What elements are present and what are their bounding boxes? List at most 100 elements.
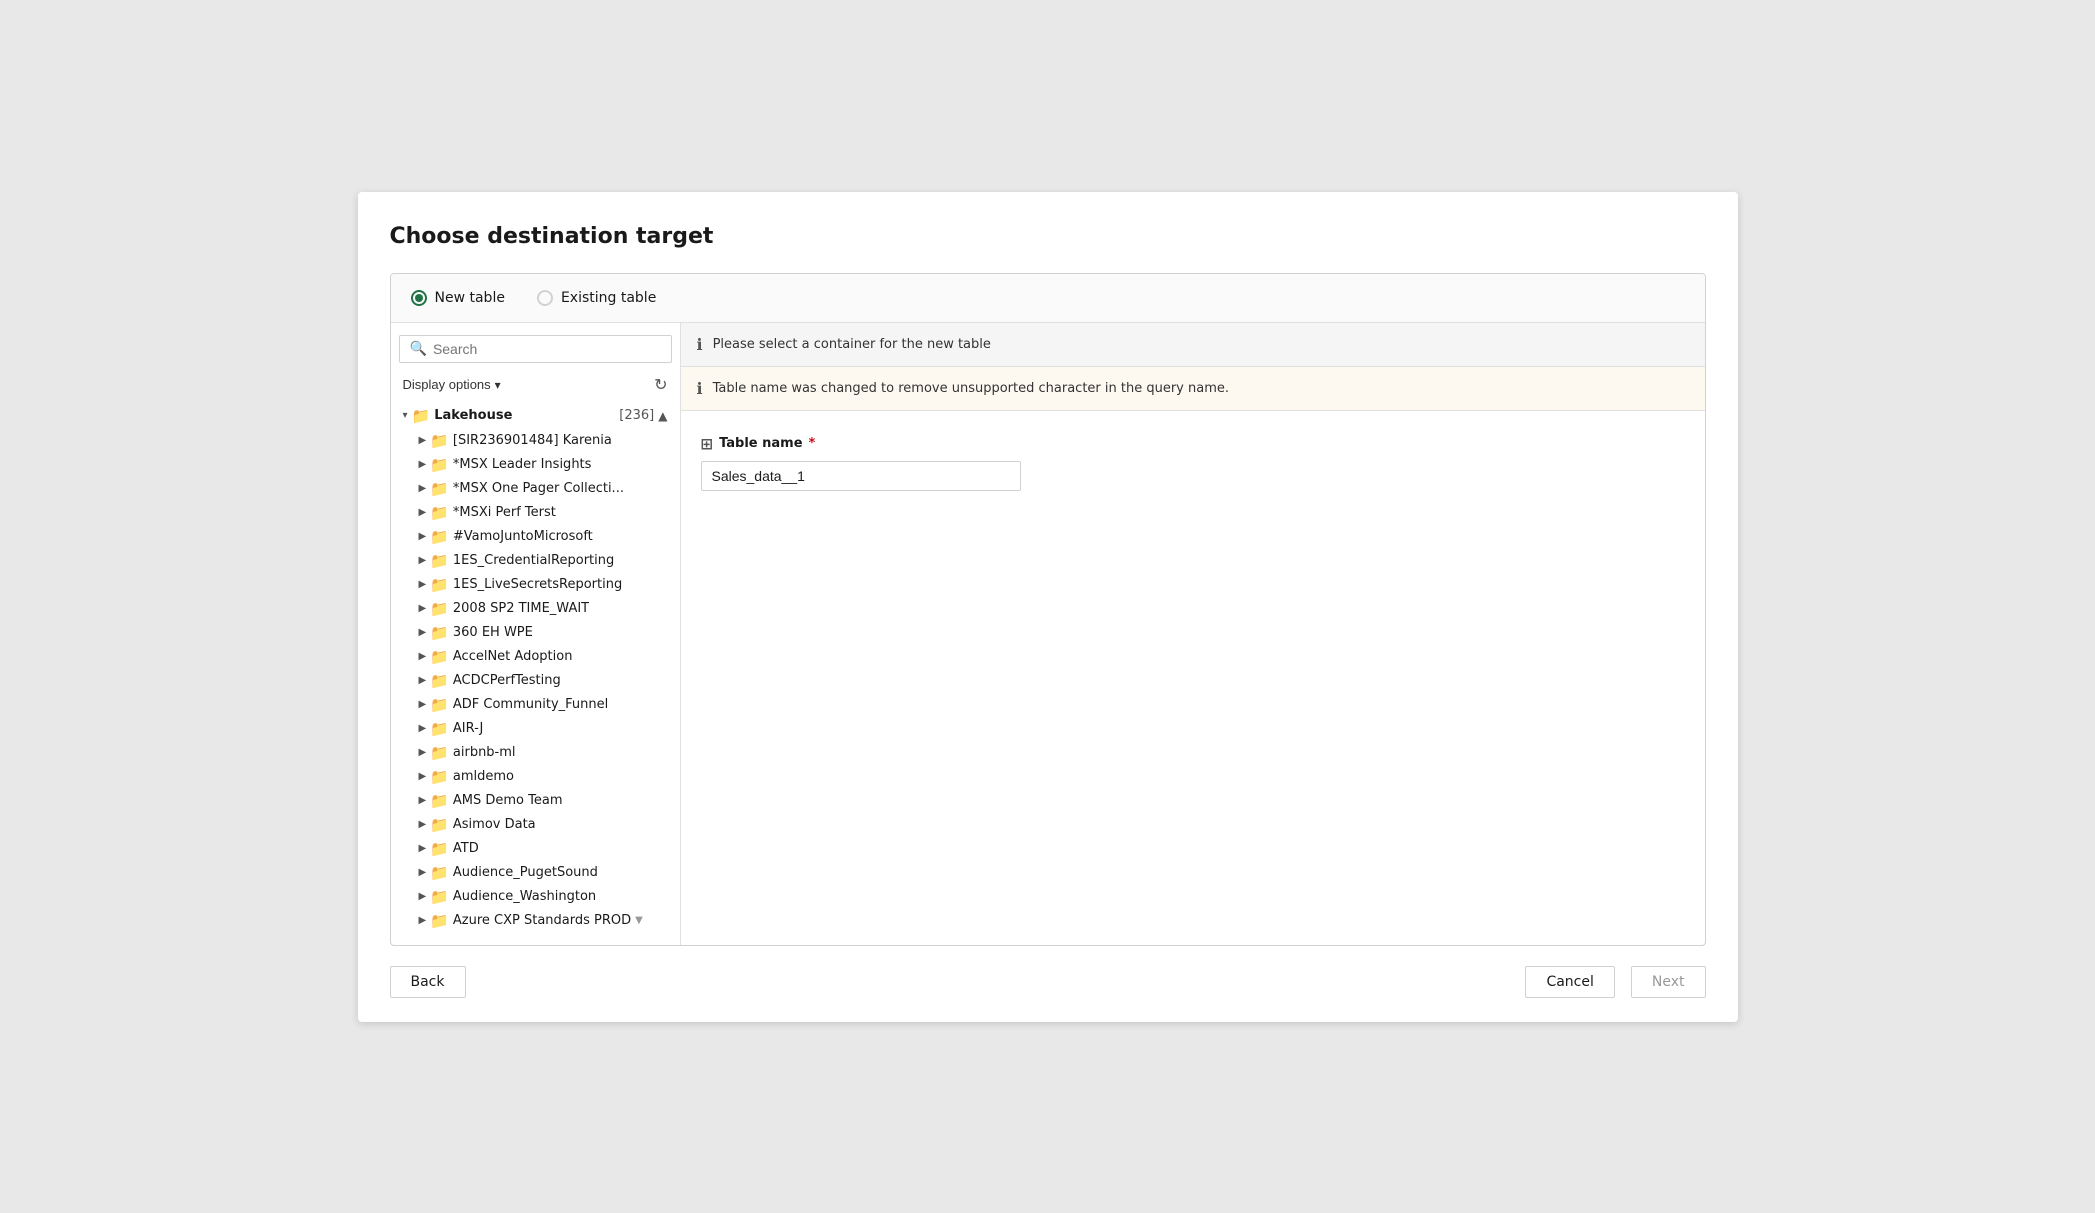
tree-item[interactable]: ▶ 📁 Azure CXP Standards PROD ▼ bbox=[399, 909, 672, 933]
cancel-button[interactable]: Cancel bbox=[1525, 966, 1614, 998]
tree-item[interactable]: ▶ 📁 AccelNet Adoption bbox=[399, 645, 672, 669]
content-area: 🔍 Display options ▾ ↻ ▾ 📁 Lakehouse bbox=[391, 323, 1705, 945]
tree-root-lakehouse[interactable]: ▾ 📁 Lakehouse [236] ▲ bbox=[399, 403, 672, 429]
chevron-right-icon: ▶ bbox=[419, 627, 427, 638]
required-indicator: * bbox=[809, 436, 816, 451]
tree-item-label: #VamoJuntoMicrosoft bbox=[453, 529, 593, 544]
tree-item[interactable]: ▶ 📁 1ES_CredentialReporting bbox=[399, 549, 672, 573]
tree-item-label: ACDCPerfTesting bbox=[453, 673, 561, 688]
chevron-right-icon: ▶ bbox=[419, 843, 427, 854]
info-banner: ℹ Please select a container for the new … bbox=[681, 323, 1705, 367]
tree-item[interactable]: ▶ 📁 #VamoJuntoMicrosoft bbox=[399, 525, 672, 549]
tree-item-label: *MSX Leader Insights bbox=[453, 457, 592, 472]
chevron-right-icon: ▶ bbox=[419, 771, 427, 782]
folder-icon: 📁 bbox=[430, 624, 449, 642]
tree-item-label: [SIR236901484] Karenia bbox=[453, 433, 612, 448]
chevron-right-icon: ▶ bbox=[419, 603, 427, 614]
folder-icon: 📁 bbox=[430, 696, 449, 714]
refresh-button[interactable]: ↻ bbox=[654, 375, 667, 395]
folder-icon: 📁 bbox=[430, 816, 449, 834]
tree-root-collapse-icon: ▾ bbox=[403, 410, 408, 421]
right-panel: ℹ Please select a container for the new … bbox=[681, 323, 1705, 945]
table-name-label-row: ⊞ Table name * bbox=[701, 435, 1685, 453]
folder-icon: 📁 bbox=[430, 912, 449, 930]
tree-item-label: 1ES_CredentialReporting bbox=[453, 553, 614, 568]
folder-icon: 📁 bbox=[430, 552, 449, 570]
table-icon: ⊞ bbox=[701, 435, 714, 453]
chevron-right-icon: ▶ bbox=[419, 531, 427, 542]
scroll-down-icon: ▼ bbox=[635, 915, 643, 926]
tree-item[interactable]: ▶ 📁 Asimov Data bbox=[399, 813, 672, 837]
folder-icon: 📁 bbox=[430, 648, 449, 666]
chevron-right-icon: ▶ bbox=[419, 483, 427, 494]
lakehouse-folder-icon: 📁 bbox=[412, 407, 431, 425]
info-icon: ℹ bbox=[697, 335, 703, 354]
table-name-input[interactable] bbox=[701, 461, 1021, 491]
radio-label-existing-table: Existing table bbox=[561, 290, 656, 306]
tree-item-label: Audience_PugetSound bbox=[453, 865, 598, 880]
tree-item[interactable]: ▶ 📁 2008 SP2 TIME_WAIT bbox=[399, 597, 672, 621]
folder-icon: 📁 bbox=[430, 768, 449, 786]
folder-icon: 📁 bbox=[430, 792, 449, 810]
dialog-footer: Back Cancel Next bbox=[390, 946, 1706, 998]
chevron-right-icon: ▶ bbox=[419, 819, 427, 830]
tree-item-label: 2008 SP2 TIME_WAIT bbox=[453, 601, 589, 616]
tree-item[interactable]: ▶ 📁 1ES_LiveSecretsReporting bbox=[399, 573, 672, 597]
search-icon: 🔍 bbox=[410, 341, 427, 357]
chevron-right-icon: ▶ bbox=[419, 723, 427, 734]
chevron-right-icon: ▶ bbox=[419, 459, 427, 470]
info-banner-text: Please select a container for the new ta… bbox=[713, 337, 991, 352]
tree-item[interactable]: ▶ 📁 ATD bbox=[399, 837, 672, 861]
radio-circle-existing-table bbox=[537, 290, 553, 306]
tree-item-label: Asimov Data bbox=[453, 817, 536, 832]
folder-icon: 📁 bbox=[430, 840, 449, 858]
chevron-right-icon: ▶ bbox=[419, 747, 427, 758]
tree-area[interactable]: ▾ 📁 Lakehouse [236] ▲ ▶ 📁 [SIR236901484]… bbox=[399, 403, 672, 933]
tree-item[interactable]: ▶ 📁 Audience_Washington bbox=[399, 885, 672, 909]
tree-root-label: Lakehouse bbox=[434, 408, 512, 423]
tree-item[interactable]: ▶ 📁 *MSXi Perf Terst bbox=[399, 501, 672, 525]
folder-icon: 📁 bbox=[430, 504, 449, 522]
display-options-row: Display options ▾ ↻ bbox=[399, 371, 672, 403]
tree-item[interactable]: ▶ 📁 *MSX Leader Insights bbox=[399, 453, 672, 477]
folder-icon: 📁 bbox=[430, 720, 449, 738]
footer-right-buttons: Cancel Next bbox=[1525, 966, 1705, 998]
chevron-right-icon: ▶ bbox=[419, 555, 427, 566]
chevron-right-icon: ▶ bbox=[419, 579, 427, 590]
chevron-right-icon: ▶ bbox=[419, 435, 427, 446]
tree-item[interactable]: ▶ 📁 360 EH WPE bbox=[399, 621, 672, 645]
radio-label-new-table: New table bbox=[435, 290, 505, 306]
tree-item[interactable]: ▶ 📁 amldemo bbox=[399, 765, 672, 789]
tree-item[interactable]: ▶ 📁 AMS Demo Team bbox=[399, 789, 672, 813]
form-area: ⊞ Table name * bbox=[681, 411, 1705, 515]
next-button[interactable]: Next bbox=[1631, 966, 1706, 998]
warning-banner: ℹ Table name was changed to remove unsup… bbox=[681, 367, 1705, 411]
tree-item[interactable]: ▶ 📁 airbnb-ml bbox=[399, 741, 672, 765]
tree-item[interactable]: ▶ 📁 *MSX One Pager Collecti... bbox=[399, 477, 672, 501]
chevron-right-icon: ▶ bbox=[419, 891, 427, 902]
tree-item-label: amldemo bbox=[453, 769, 514, 784]
back-button[interactable]: Back bbox=[390, 966, 466, 998]
tree-item-label: ATD bbox=[453, 841, 479, 856]
display-options-button[interactable]: Display options ▾ bbox=[403, 377, 501, 392]
radio-new-table[interactable]: New table bbox=[411, 290, 505, 306]
tree-item[interactable]: ▶ 📁 ACDCPerfTesting bbox=[399, 669, 672, 693]
tree-item[interactable]: ▶ 📁 Audience_PugetSound bbox=[399, 861, 672, 885]
folder-icon: 📁 bbox=[430, 432, 449, 450]
tree-item-label: Azure CXP Standards PROD bbox=[453, 913, 631, 928]
search-box[interactable]: 🔍 bbox=[399, 335, 672, 363]
dialog-body: New table Existing table 🔍 Display optio… bbox=[390, 273, 1706, 946]
folder-icon: 📁 bbox=[430, 576, 449, 594]
radio-existing-table[interactable]: Existing table bbox=[537, 290, 656, 306]
folder-icon: 📁 bbox=[430, 480, 449, 498]
folder-icon: 📁 bbox=[430, 744, 449, 762]
search-input[interactable] bbox=[433, 341, 661, 357]
tree-item-label: AIR-J bbox=[453, 721, 483, 736]
dialog-title: Choose destination target bbox=[390, 224, 1706, 249]
tree-item[interactable]: ▶ 📁 AIR-J bbox=[399, 717, 672, 741]
tree-item-label: *MSX One Pager Collecti... bbox=[453, 481, 624, 496]
tree-item[interactable]: ▶ 📁 [SIR236901484] Karenia bbox=[399, 429, 672, 453]
tree-item-label: Audience_Washington bbox=[453, 889, 596, 904]
tree-item[interactable]: ▶ 📁 ADF Community_Funnel bbox=[399, 693, 672, 717]
chevron-right-icon: ▶ bbox=[419, 915, 427, 926]
